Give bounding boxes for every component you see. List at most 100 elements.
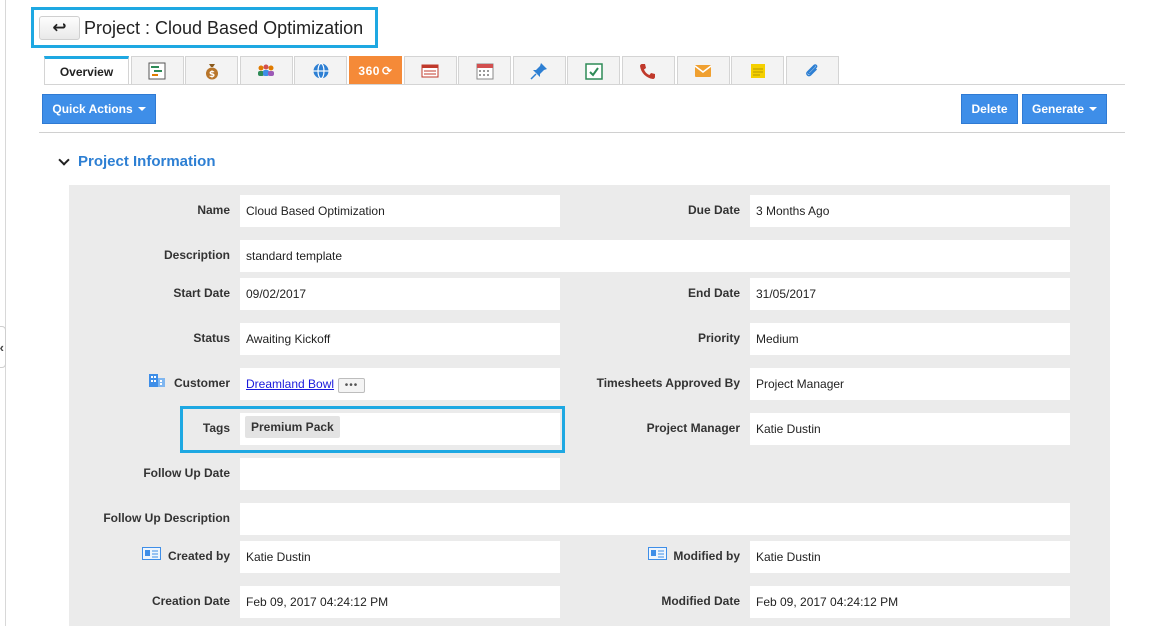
- project-manager-label: Project Manager: [646, 421, 740, 435]
- invoice-icon: [421, 64, 439, 78]
- customer-link[interactable]: Dreamland Bowl: [246, 377, 334, 391]
- gantt-chart-icon: [148, 62, 166, 80]
- delete-label: Delete: [971, 102, 1008, 116]
- task-check-icon: [585, 63, 603, 80]
- id-card-icon: [648, 547, 667, 560]
- page-title: Project : Cloud Based Optimization: [84, 18, 364, 38]
- chevron-down-icon: [58, 153, 70, 166]
- tab-contacts[interactable]: [239, 56, 293, 85]
- modified-date-field: Feb 09, 2017 04:24:12 PM: [750, 586, 1070, 618]
- created-by-value: Katie Dustin: [246, 550, 311, 564]
- tab-calls[interactable]: [621, 56, 675, 85]
- priority-label: Priority: [697, 331, 740, 345]
- priority-field: Medium: [750, 323, 1070, 355]
- status-value: Awaiting Kickoff: [246, 332, 331, 346]
- mail-icon: [694, 65, 712, 77]
- project-manager-value: Katie Dustin: [756, 422, 821, 436]
- tab-notes[interactable]: [731, 56, 785, 85]
- creation-date-label: Creation Date: [151, 594, 230, 608]
- tab-pin[interactable]: [512, 56, 566, 85]
- globe-icon: [313, 62, 329, 80]
- modified-by-value: Katie Dustin: [756, 550, 821, 564]
- created-by-field: Katie Dustin: [240, 541, 560, 573]
- tabs-divider: [44, 84, 1125, 85]
- notes-icon: [750, 64, 765, 78]
- tab-gantt[interactable]: [130, 56, 184, 85]
- svg-text:$: $: [209, 70, 215, 80]
- section-title: Project Information: [78, 153, 216, 170]
- quick-actions-label: Quick Actions: [52, 102, 133, 116]
- sidebar-collapse-icon[interactable]: ‹: [0, 326, 6, 368]
- end-date-value: 31/05/2017: [756, 287, 817, 301]
- header-divider: [39, 132, 1125, 133]
- generate-button[interactable]: Generate: [1022, 94, 1107, 124]
- back-button[interactable]: ↩: [39, 16, 80, 40]
- description-value: standard template: [246, 249, 343, 263]
- tab-emails[interactable]: [676, 56, 730, 85]
- customer-label: Customer: [173, 376, 230, 390]
- modified-by-field: Katie Dustin: [750, 541, 1070, 573]
- follow-up-description-field: [240, 503, 1070, 535]
- left-sidebar-edge: [0, 0, 6, 626]
- caret-down-icon: [137, 107, 146, 111]
- tab-overview-label: Overview: [59, 65, 114, 79]
- money-bag-icon: $: [205, 64, 218, 80]
- customer-more-button[interactable]: •••: [338, 377, 366, 393]
- modified-by-label: Modified by: [673, 549, 740, 563]
- status-label: Status: [193, 331, 230, 345]
- customer-field: Dreamland Bowl •••: [240, 368, 560, 400]
- phone-icon: [640, 64, 656, 79]
- status-field: Awaiting Kickoff: [240, 323, 560, 355]
- follow-up-description-label: Follow Up Description: [103, 511, 230, 525]
- follow-up-date-label: Follow Up Date: [143, 466, 230, 480]
- name-field: Cloud Based Optimization: [240, 195, 560, 227]
- end-date-field: 31/05/2017: [750, 278, 1070, 310]
- due-date-value: 3 Months Ago: [756, 204, 830, 218]
- creation-date-value: Feb 09, 2017 04:24:12 PM: [246, 595, 389, 609]
- modified-date-value: Feb 09, 2017 04:24:12 PM: [756, 595, 899, 609]
- description-label: Description: [163, 248, 230, 262]
- tab-web[interactable]: [294, 56, 348, 85]
- timesheets-field: Project Manager: [750, 368, 1070, 400]
- tab-overview[interactable]: Overview: [44, 56, 129, 85]
- caret-down-icon: [1089, 107, 1098, 111]
- start-date-field: 09/02/2017: [240, 278, 560, 310]
- name-label: Name: [197, 203, 230, 217]
- project-manager-field: Katie Dustin: [750, 413, 1070, 445]
- attachment-icon: [806, 64, 818, 77]
- due-date-field: 3 Months Ago: [750, 195, 1070, 227]
- building-icon: [149, 374, 165, 387]
- modified-date-label: Modified Date: [661, 594, 740, 608]
- tab-calendar[interactable]: [458, 56, 512, 85]
- priority-value: Medium: [756, 332, 799, 346]
- tab-attachments[interactable]: [785, 56, 839, 85]
- record-tabs: Overview $ 360 ⟳: [44, 56, 840, 85]
- timesheets-value: Project Manager: [756, 377, 845, 391]
- description-field: standard template: [240, 240, 1070, 272]
- calendar-icon: [476, 63, 494, 80]
- end-date-label: End Date: [687, 286, 740, 300]
- refresh-icon: ⟳: [381, 64, 393, 78]
- delete-button[interactable]: Delete: [961, 94, 1018, 124]
- tab-360[interactable]: 360 ⟳: [348, 56, 402, 85]
- creation-date-field: Feb 09, 2017 04:24:12 PM: [240, 586, 560, 618]
- tags-highlight-box: [180, 406, 565, 453]
- pin-icon: [530, 63, 548, 80]
- tab-invoices[interactable]: [403, 56, 457, 85]
- quick-actions-button[interactable]: Quick Actions: [42, 94, 156, 124]
- generate-label: Generate: [1031, 102, 1085, 116]
- timesheets-label: Timesheets Approved By: [596, 376, 740, 390]
- section-toggle[interactable]: Project Information: [58, 153, 216, 170]
- title-highlight-box: ↩ Project : Cloud Based Optimization: [31, 7, 378, 48]
- 360-icon: 360: [358, 64, 380, 78]
- created-by-label: Created by: [167, 549, 230, 563]
- start-date-label: Start Date: [173, 286, 230, 300]
- tab-tasks[interactable]: [567, 56, 621, 85]
- id-card-icon: [142, 547, 161, 560]
- follow-up-date-field: [240, 458, 560, 490]
- back-arrow-icon: ↩: [52, 18, 67, 37]
- due-date-label: Due Date: [687, 203, 740, 217]
- name-value: Cloud Based Optimization: [246, 204, 385, 218]
- start-date-value: 09/02/2017: [246, 287, 307, 301]
- tab-finance[interactable]: $: [185, 56, 239, 85]
